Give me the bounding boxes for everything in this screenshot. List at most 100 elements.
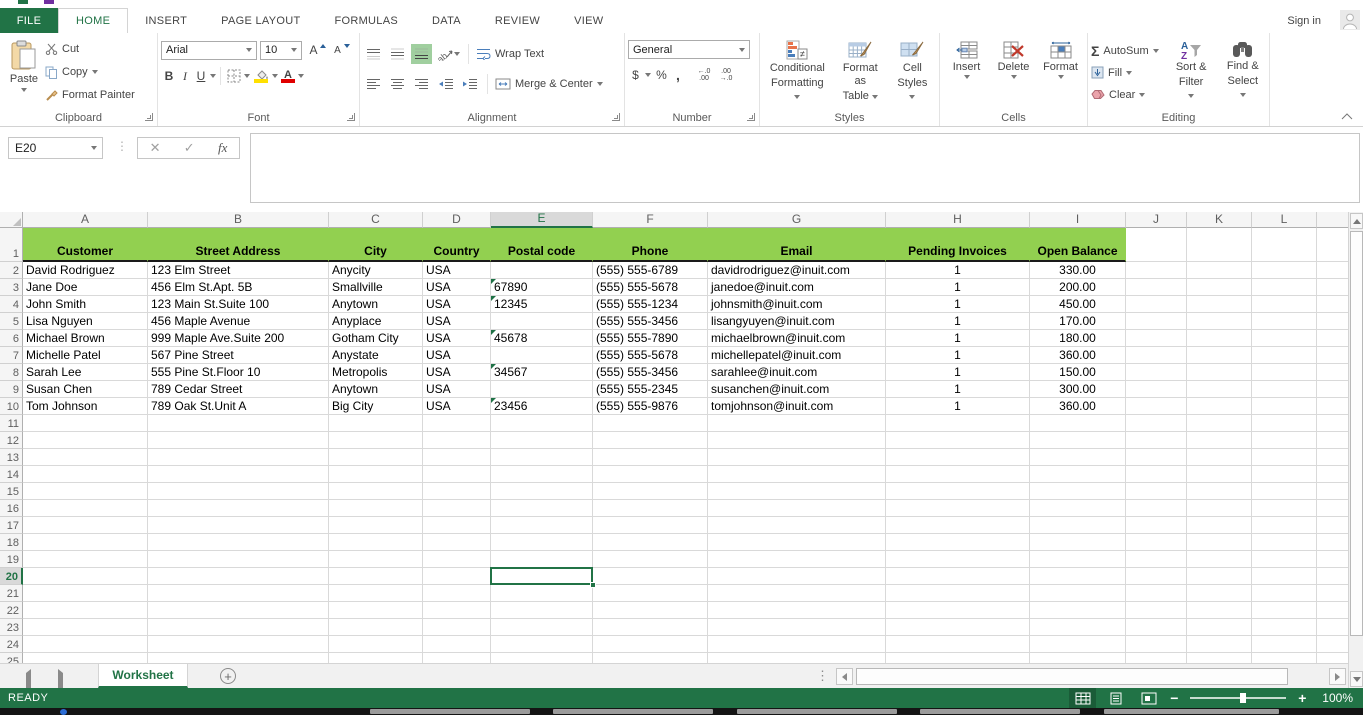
cut-button[interactable]: Cut (45, 40, 135, 58)
cell-G7[interactable]: michellepatel@inuit.com (708, 347, 886, 364)
cell-K3[interactable] (1187, 279, 1252, 296)
cell-I2[interactable]: 330.00 (1030, 262, 1126, 279)
cell-H4[interactable]: 1 (886, 296, 1030, 313)
number-format-dropdown-arrow[interactable] (739, 47, 745, 52)
cell-B14[interactable] (148, 466, 329, 483)
cell-K18[interactable] (1187, 534, 1252, 551)
column-header-C[interactable]: C (329, 212, 423, 228)
cell-F15[interactable] (593, 483, 708, 500)
tab-insert[interactable]: INSERT (128, 8, 204, 33)
cell-B16[interactable] (148, 500, 329, 517)
row-header-15[interactable]: 15 (0, 483, 23, 500)
cell-F24[interactable] (593, 636, 708, 653)
cell-C5[interactable]: Anyplace (329, 313, 423, 330)
cell-G14[interactable] (708, 466, 886, 483)
cell-C14[interactable] (329, 466, 423, 483)
cell-D23[interactable] (423, 619, 491, 636)
cell-E10[interactable]: 23456 (491, 398, 593, 415)
cell-D19[interactable] (423, 551, 491, 568)
cell-A3[interactable]: Jane Doe (23, 279, 148, 296)
cell-G17[interactable] (708, 517, 886, 534)
cell-F19[interactable] (593, 551, 708, 568)
row-header-5[interactable]: 5 (0, 313, 23, 330)
cell-K16[interactable] (1187, 500, 1252, 517)
zoom-slider-thumb[interactable] (1240, 693, 1247, 703)
cell-C6[interactable]: Gotham City (329, 330, 423, 347)
underline-button[interactable]: U (193, 66, 209, 86)
cell-I23[interactable] (1030, 619, 1126, 636)
align-bottom-button[interactable] (411, 44, 432, 64)
cell-H25[interactable] (886, 653, 1030, 663)
cell-D20[interactable] (423, 568, 491, 585)
horizontal-scroll-thumb[interactable] (856, 668, 1288, 685)
cell-L6[interactable] (1252, 330, 1317, 347)
cell-H23[interactable] (886, 619, 1030, 636)
cell-styles-button[interactable]: Cell Styles (889, 35, 936, 107)
cell-A15[interactable] (23, 483, 148, 500)
cell-K7[interactable] (1187, 347, 1252, 364)
row-header-7[interactable]: 7 (0, 347, 23, 364)
row-header-16[interactable]: 16 (0, 500, 23, 517)
column-header-H[interactable]: H (886, 212, 1030, 228)
cell-F16[interactable] (593, 500, 708, 517)
copy-button[interactable]: Copy (45, 63, 135, 81)
cell-A19[interactable] (23, 551, 148, 568)
scroll-up-button[interactable] (1350, 213, 1363, 229)
find-select-button[interactable]: Find & Select (1220, 35, 1266, 107)
avatar[interactable] (1340, 10, 1360, 30)
scroll-left-button[interactable] (836, 668, 853, 685)
cell-A22[interactable] (23, 602, 148, 619)
cell-L18[interactable] (1252, 534, 1317, 551)
header-cell-country[interactable]: Country (423, 228, 491, 262)
cell-A6[interactable]: Michael Brown (23, 330, 148, 347)
cell-H13[interactable] (886, 449, 1030, 466)
cell-K9[interactable] (1187, 381, 1252, 398)
cell-J13[interactable] (1126, 449, 1187, 466)
cell-J20[interactable] (1126, 568, 1187, 585)
cell-A8[interactable]: Sarah Lee (23, 364, 148, 381)
cell-J9[interactable] (1126, 381, 1187, 398)
cell-H14[interactable] (886, 466, 1030, 483)
autosum-dropdown-arrow[interactable] (1152, 48, 1159, 53)
cell-C24[interactable] (329, 636, 423, 653)
insert-dropdown-arrow[interactable] (963, 75, 970, 79)
cell-K20[interactable] (1187, 568, 1252, 585)
conditional-formatting-dropdown-arrow[interactable] (794, 95, 801, 99)
fill-button[interactable]: Fill (1091, 62, 1163, 83)
delete-cells-button[interactable]: Delete (991, 35, 1036, 107)
cell-K12[interactable] (1187, 432, 1252, 449)
cell-E8[interactable]: 34567 (491, 364, 593, 381)
cell-B19[interactable] (148, 551, 329, 568)
cell-G9[interactable]: susanchen@inuit.com (708, 381, 886, 398)
cell-A24[interactable] (23, 636, 148, 653)
cell-B5[interactable]: 456 Maple Avenue (148, 313, 329, 330)
cell-E9[interactable] (491, 381, 593, 398)
cell-C13[interactable] (329, 449, 423, 466)
cell-G23[interactable] (708, 619, 886, 636)
cell-I16[interactable] (1030, 500, 1126, 517)
cell-E2[interactable] (491, 262, 593, 279)
cell-A10[interactable]: Tom Johnson (23, 398, 148, 415)
cell-F5[interactable]: (555) 555-3456 (593, 313, 708, 330)
align-left-button[interactable] (363, 74, 384, 94)
align-center-button[interactable] (387, 74, 408, 94)
cell-G25[interactable] (708, 653, 886, 663)
row-header-3[interactable]: 3 (0, 279, 23, 296)
cell-D17[interactable] (423, 517, 491, 534)
cell-J5[interactable] (1126, 313, 1187, 330)
underline-dropdown-arrow[interactable] (210, 74, 216, 78)
row-header-19[interactable]: 19 (0, 551, 23, 568)
zoom-slider[interactable] (1190, 693, 1287, 703)
column-header-I[interactable]: I (1030, 212, 1126, 228)
orientation-button[interactable]: ab (435, 44, 461, 64)
cell-L24[interactable] (1252, 636, 1317, 653)
cell-I6[interactable]: 180.00 (1030, 330, 1126, 347)
cell-G13[interactable] (708, 449, 886, 466)
column-header-B[interactable]: B (148, 212, 329, 228)
cell-G16[interactable] (708, 500, 886, 517)
cell-J6[interactable] (1126, 330, 1187, 347)
cell-E12[interactable] (491, 432, 593, 449)
cell-J3[interactable] (1126, 279, 1187, 296)
cell-K23[interactable] (1187, 619, 1252, 636)
cell-C9[interactable]: Anytown (329, 381, 423, 398)
